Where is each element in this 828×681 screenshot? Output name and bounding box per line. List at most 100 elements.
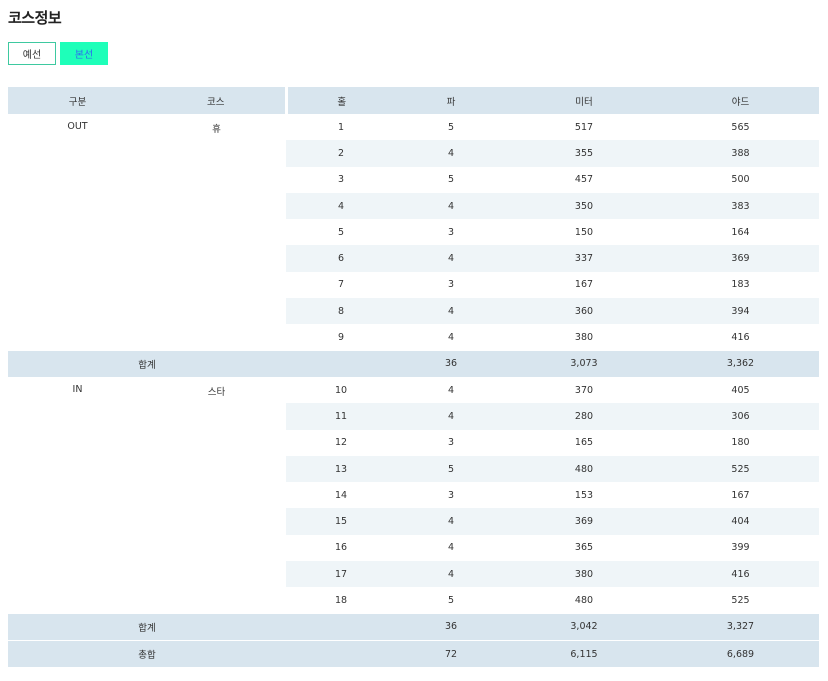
subtotal-row: 합계 36 3,042 3,327	[8, 613, 819, 641]
tab-qualifier[interactable]: 예선	[8, 42, 56, 65]
meter-cell: 457	[574, 174, 594, 186]
meter-cell: 480	[506, 455, 662, 483]
header-meter: 미터	[506, 87, 662, 114]
meter-cell: 350	[506, 192, 662, 220]
hole-cell: 7	[337, 279, 345, 291]
total-yard: 6,689	[662, 639, 819, 668]
meter-cell: 517	[574, 121, 594, 133]
hole-cell: 18	[334, 594, 348, 606]
meter-cell: 355	[506, 140, 662, 167]
par-cell: 5	[447, 174, 455, 186]
par-cell: 4	[447, 384, 455, 396]
course-cell: 스타	[207, 386, 226, 398]
yard-cell: 180	[731, 437, 750, 449]
par-cell: 4	[396, 192, 506, 220]
yard-cell: 306	[662, 403, 819, 430]
subtotal-row: 합계 36 3,073 3,362	[8, 350, 819, 377]
hole-cell: 8	[286, 298, 396, 325]
subtotal-hole-empty	[286, 350, 396, 377]
par-cell: 5	[447, 594, 455, 606]
header-par: 파	[396, 87, 506, 114]
hole-cell: 3	[337, 174, 345, 186]
yard-cell: 383	[662, 192, 819, 220]
yard-cell: 416	[662, 561, 819, 588]
yard-cell: 167	[731, 489, 750, 501]
meter-cell: 370	[574, 384, 594, 396]
par-cell: 3	[447, 226, 455, 238]
meter-cell: 380	[506, 561, 662, 588]
division-cell: OUT	[67, 121, 88, 132]
yard-cell: 183	[731, 279, 750, 291]
par-cell: 3	[447, 437, 455, 449]
total-par: 72	[396, 639, 506, 668]
header-division: 구분	[8, 87, 147, 114]
par-cell: 5	[447, 121, 455, 133]
page-title: 코스정보	[8, 9, 62, 27]
hole-cell: 1	[337, 121, 345, 133]
par-cell: 4	[396, 403, 506, 430]
meter-cell: 380	[574, 332, 594, 344]
yard-cell: 369	[662, 245, 819, 272]
course-info-table: 구분 코스 홀 파 미터 야드 OUT 휴 1 5 517 565 2 4 355 388 3 5 45…	[8, 87, 819, 668]
yard-cell: 394	[662, 298, 819, 325]
meter-cell: 365	[574, 542, 594, 554]
meter-cell: 360	[506, 298, 662, 325]
hole-cell: 4	[286, 192, 396, 220]
meter-cell: 167	[574, 279, 594, 291]
total-hole-empty	[286, 639, 396, 668]
meter-cell: 153	[574, 489, 594, 501]
subtotal-par: 36	[396, 350, 506, 377]
yard-cell: 164	[731, 226, 750, 238]
table-row: IN 스타 10 4 370 405	[8, 377, 819, 403]
meter-cell: 369	[506, 508, 662, 535]
division-cell: IN	[72, 383, 83, 395]
par-cell: 4	[396, 508, 506, 535]
par-cell: 4	[396, 561, 506, 588]
yard-cell: 405	[731, 384, 750, 396]
par-cell: 4	[447, 332, 455, 344]
header-course: 코스	[147, 87, 288, 114]
par-cell: 5	[396, 455, 506, 483]
subtotal-meter: 3,042	[506, 613, 662, 641]
total-label: 총합	[8, 639, 286, 668]
hole-cell: 12	[334, 437, 348, 449]
yard-cell: 404	[662, 508, 819, 535]
meter-cell: 280	[506, 403, 662, 430]
hole-cell: 2	[286, 140, 396, 167]
table-row: OUT 휴 1 5 517 565	[8, 114, 819, 140]
subtotal-par: 36	[396, 613, 506, 641]
hole-cell: 6	[286, 245, 396, 272]
total-meter: 6,115	[506, 639, 662, 668]
par-cell: 3	[447, 489, 455, 501]
subtotal-label: 합계	[8, 350, 286, 377]
hole-cell: 11	[286, 403, 396, 430]
yard-cell: 525	[662, 455, 819, 483]
meter-cell: 150	[574, 226, 594, 238]
table-body: OUT 휴 1 5 517 565 2 4 355 388 3 5 457 500 4 4 350 383 5 3 15…	[8, 114, 819, 668]
subtotal-yard: 3,362	[662, 350, 819, 377]
yard-cell: 399	[731, 542, 750, 554]
hole-cell: 17	[286, 561, 396, 588]
meter-cell: 480	[574, 594, 594, 606]
meter-cell: 337	[506, 245, 662, 272]
total-row: 총합 72 6,115 6,689	[8, 639, 819, 668]
header-yard: 야드	[662, 87, 819, 114]
subtotal-hole-empty	[286, 613, 396, 641]
hole-cell: 13	[286, 455, 396, 483]
meter-cell: 165	[574, 437, 594, 449]
course-cell: 휴	[212, 124, 221, 135]
table-header-row: 구분 코스 홀 파 미터 야드	[8, 87, 819, 114]
hole-cell: 16	[334, 542, 348, 554]
tab-final[interactable]: 본선	[60, 42, 108, 65]
yard-cell: 388	[662, 140, 819, 167]
hole-cell: 14	[334, 489, 348, 501]
hole-cell: 10	[334, 384, 348, 396]
yard-cell: 500	[731, 174, 750, 186]
par-cell: 3	[447, 279, 455, 291]
par-cell: 4	[396, 245, 506, 272]
subtotal-meter: 3,073	[506, 350, 662, 377]
header-hole: 홀	[286, 87, 396, 114]
yard-cell: 565	[731, 121, 750, 133]
yard-cell: 525	[731, 594, 750, 606]
par-cell: 4	[447, 542, 455, 554]
